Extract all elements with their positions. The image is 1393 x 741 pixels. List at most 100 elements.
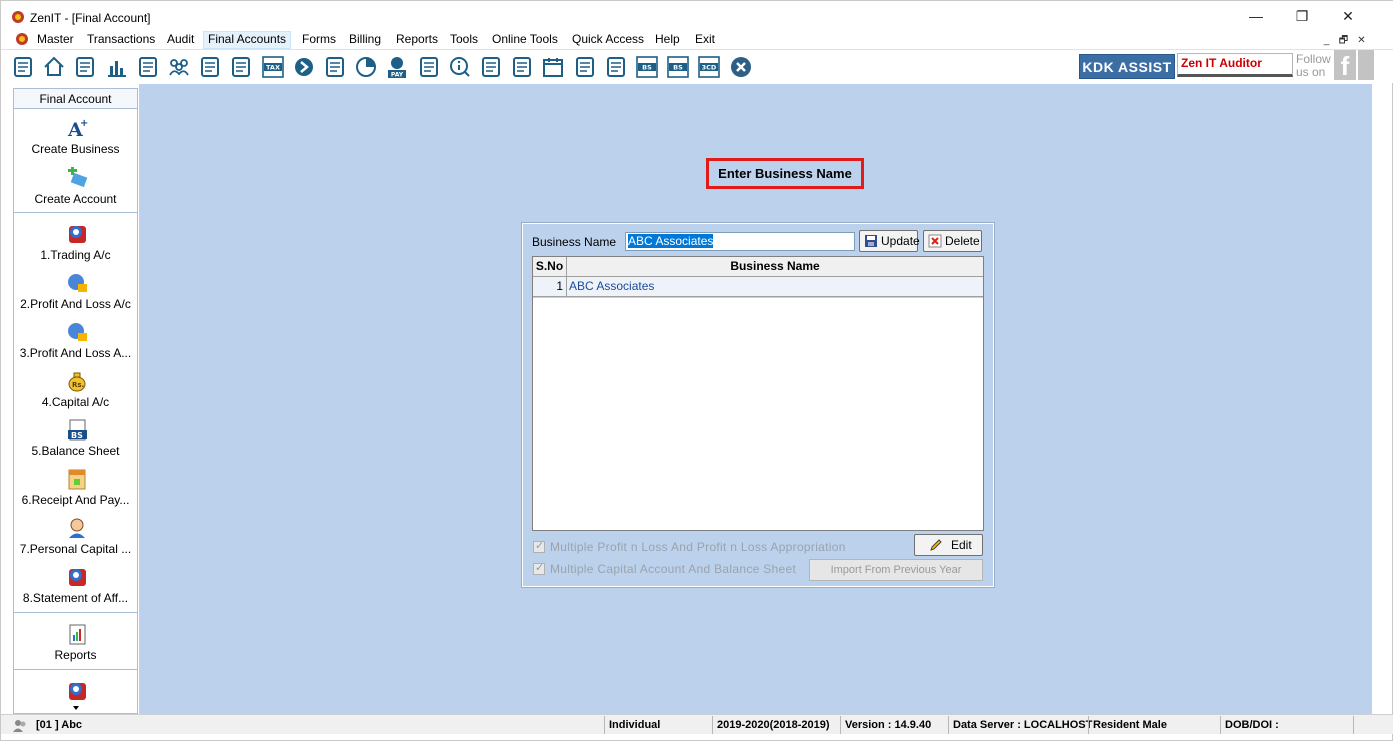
menu-bar: Master Transactions Audit Final Accounts… xyxy=(1,29,1393,49)
users-icon[interactable] xyxy=(167,55,191,79)
profit-loss-appropriation-icon xyxy=(68,323,87,341)
sidebar-item-profit-loss[interactable]: 2.Profit And Loss A/c xyxy=(14,270,137,319)
info-icon[interactable] xyxy=(448,55,472,79)
sidebar-item-receipt-payment[interactable]: 6.Receipt And Pay... xyxy=(14,466,137,515)
create-business-icon: A + xyxy=(67,118,88,139)
bs-sign-icon[interactable]: BS xyxy=(666,55,690,79)
update-button[interactable]: Update xyxy=(859,230,920,252)
menu-help[interactable]: Help xyxy=(651,31,684,49)
refresh-doc-icon[interactable] xyxy=(604,55,628,79)
mdi-close-button[interactable]: ✕ xyxy=(1354,34,1369,48)
capital-bag-icon: Rs. xyxy=(68,372,86,392)
calculator-icon[interactable] xyxy=(11,55,35,79)
globe-book-icon xyxy=(69,683,86,700)
bar-chart-icon[interactable] xyxy=(105,55,129,79)
sidebar-item-capital[interactable]: Rs. 4.Capital A/c xyxy=(14,368,137,417)
toolbar: TAX PAY BS BS 3CD KDK ASSIST Zen IT Auditor … xyxy=(1,49,1393,83)
report-icon[interactable] xyxy=(479,55,503,79)
business-name-input[interactable]: ABC Associates xyxy=(625,232,855,251)
svg-text:PAY: PAY xyxy=(391,72,404,79)
menu-master[interactable]: Master xyxy=(33,31,78,49)
sidebar-label: Reports xyxy=(54,648,97,662)
sidebar-item-balance-sheet[interactable]: BS 5.Balance Sheet xyxy=(14,417,137,466)
menu-reports[interactable]: Reports xyxy=(392,31,442,49)
sidebar-item-create-business[interactable]: A + Create Business xyxy=(14,115,137,164)
mdi-restore-button[interactable]: 🗗 xyxy=(1336,34,1351,48)
table-row[interactable]: 1 ABC Associates xyxy=(533,277,983,297)
sidebar-item-statement-affairs[interactable]: 8.Statement of Aff... xyxy=(14,564,137,613)
gift-icon[interactable] xyxy=(136,55,160,79)
delete-icon xyxy=(928,234,942,248)
hammer-icon[interactable] xyxy=(198,55,222,79)
menu-final-accounts[interactable]: Final Accounts xyxy=(203,31,292,49)
sidebar-divider xyxy=(14,212,137,214)
arrow-circle-icon[interactable] xyxy=(292,55,316,79)
sidebar-item-more[interactable] xyxy=(14,678,137,712)
business-name-value: ABC Associates xyxy=(628,234,714,248)
status-company: [01 ] Abc xyxy=(36,719,83,731)
mdi-minimize-button[interactable]: _ xyxy=(1319,34,1334,48)
status-type: Individual xyxy=(604,716,660,734)
menu-billing[interactable]: Billing xyxy=(345,31,385,49)
home-icon[interactable] xyxy=(42,55,66,79)
column-header-business-name[interactable]: Business Name xyxy=(567,257,983,276)
window-title: ZenIT - [Final Account] xyxy=(30,11,151,25)
menu-quick-access[interactable]: Quick Access xyxy=(568,31,648,49)
sidebar-item-create-account[interactable]: Create Account xyxy=(14,165,137,214)
svg-text:BS: BS xyxy=(71,431,83,440)
close-circle-icon[interactable] xyxy=(729,55,753,79)
title-bar: ZenIT - [Final Account] — ❐ ✕ xyxy=(1,1,1393,29)
follow-us-text: Follow us on xyxy=(1296,53,1331,79)
sidebar-label: 7.Personal Capital ... xyxy=(19,542,132,556)
facebook-icon[interactable]: f xyxy=(1334,50,1356,81)
reports-icon xyxy=(69,624,86,645)
multiple-capital-checkbox[interactable] xyxy=(533,561,545,575)
youtube-icon[interactable] xyxy=(1358,50,1374,80)
delete-button[interactable]: Delete xyxy=(923,230,982,252)
menu-exit[interactable]: Exit xyxy=(691,31,719,49)
tax-icon[interactable]: TAX xyxy=(261,55,285,79)
filter-icon[interactable] xyxy=(229,55,253,79)
business-grid: S.No Business Name 1 ABC Associates xyxy=(532,256,984,531)
sidebar-item-trading[interactable]: 1.Trading A/c xyxy=(14,221,137,270)
menu-forms[interactable]: Forms xyxy=(298,31,340,49)
doc-user-icon[interactable] xyxy=(510,55,534,79)
import-previous-year-button[interactable]: Import From Previous Year xyxy=(809,559,983,581)
pie-icon[interactable] xyxy=(354,55,378,79)
sidebar-item-personal-capital[interactable]: 7.Personal Capital ... xyxy=(14,515,137,564)
close-button[interactable]: ✕ xyxy=(1326,7,1370,27)
edit-button[interactable]: Edit xyxy=(914,534,983,556)
menu-audit[interactable]: Audit xyxy=(163,31,198,49)
status-resident: Resident Male xyxy=(1088,716,1167,734)
bs-icon[interactable]: BS xyxy=(635,55,659,79)
kdk-assist-button[interactable]: KDK ASSIST xyxy=(1079,54,1175,79)
scroll-down-icon[interactable] xyxy=(72,705,80,711)
sidebar-divider xyxy=(14,612,137,614)
calendar-icon[interactable] xyxy=(541,55,565,79)
sidebar-label: 3.Profit And Loss A... xyxy=(19,346,132,360)
menu-transactions[interactable]: Transactions xyxy=(83,31,159,49)
building-icon[interactable] xyxy=(73,55,97,79)
sidebar-label: 8.Statement of Aff... xyxy=(22,591,129,605)
restore-button[interactable]: ❐ xyxy=(1280,7,1324,27)
svg-text:+: + xyxy=(80,118,88,129)
menu-tools[interactable]: Tools xyxy=(446,31,482,49)
book-icon[interactable] xyxy=(417,55,441,79)
edit-label: Edit xyxy=(951,538,972,552)
sidebar: Final Account A + Create Business Create… xyxy=(13,88,138,714)
users-status-icon xyxy=(13,720,26,732)
zen-it-auditor-field[interactable]: Zen IT Auditor xyxy=(1177,53,1293,77)
menu-online-tools[interactable]: Online Tools xyxy=(488,31,562,49)
sidebar-item-reports[interactable]: Reports xyxy=(14,621,137,670)
column-header-sno[interactable]: S.No xyxy=(533,257,567,276)
multiple-pl-checkbox[interactable] xyxy=(533,539,545,553)
grid-calc-icon[interactable] xyxy=(323,55,347,79)
folder-add-icon[interactable] xyxy=(573,55,597,79)
minimize-button[interactable]: — xyxy=(1234,7,1278,27)
business-name-label: Business Name xyxy=(532,235,617,249)
receipt-payment-icon xyxy=(68,469,86,490)
profit-loss-icon xyxy=(68,274,87,292)
3cd-icon[interactable]: 3CD xyxy=(697,55,721,79)
pay-icon[interactable]: PAY xyxy=(385,55,409,79)
sidebar-item-profit-loss-appropriation[interactable]: 3.Profit And Loss A... xyxy=(14,319,137,368)
